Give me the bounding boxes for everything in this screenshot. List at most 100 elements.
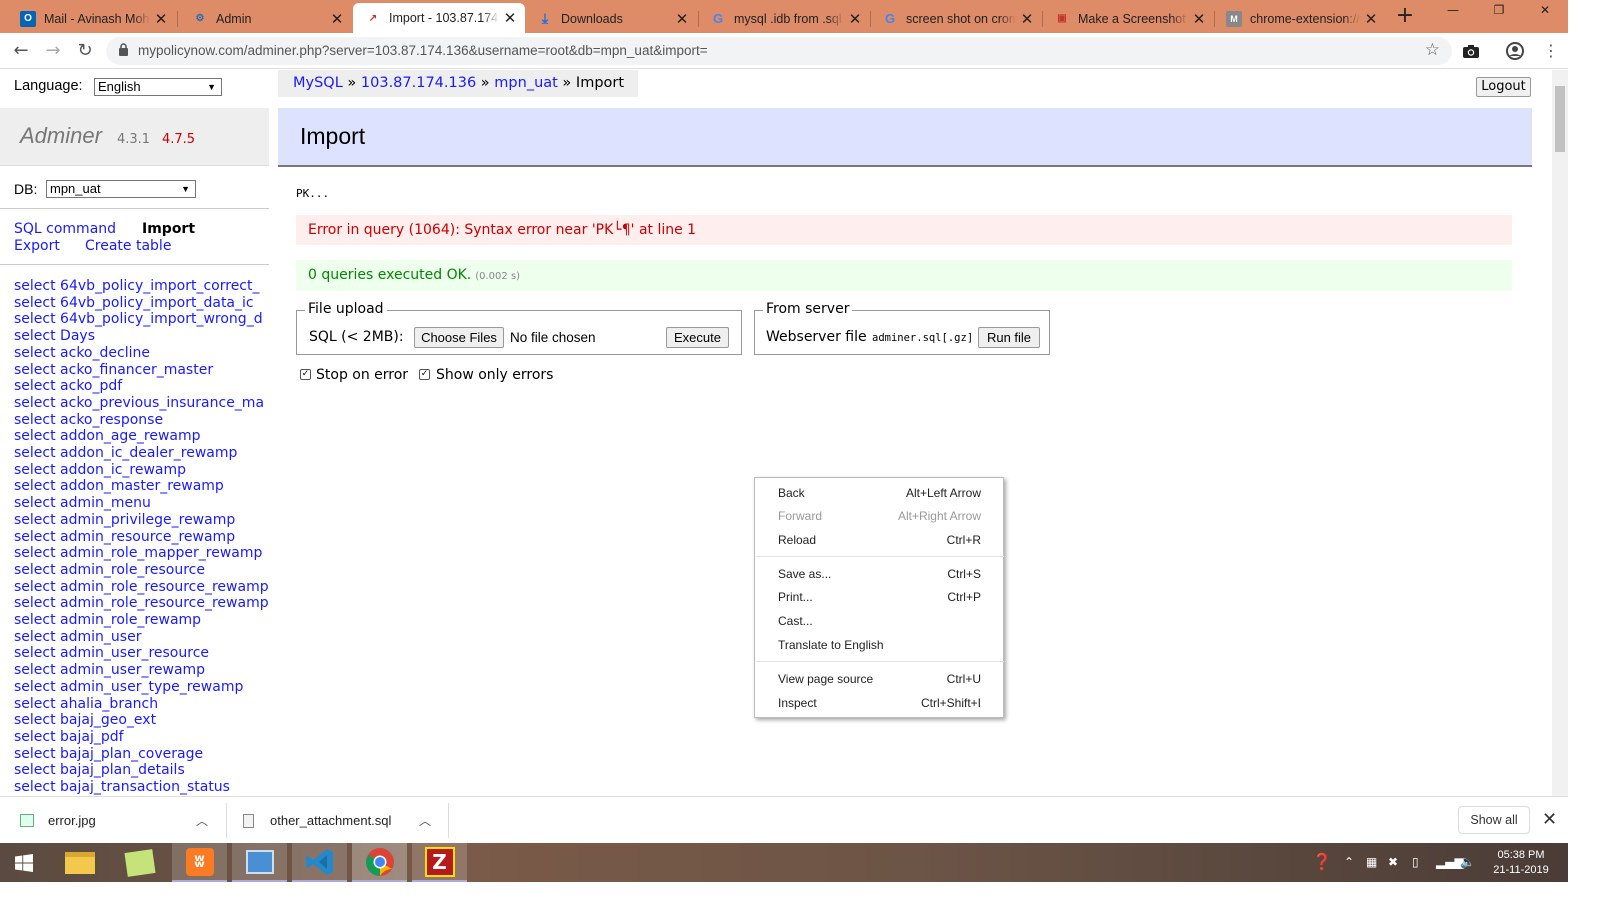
tab-chrome-extension[interactable]: M chrome-extension:// ✕ xyxy=(1214,4,1386,33)
minimize-icon[interactable]: — xyxy=(1430,0,1476,24)
tab-make-screenshot[interactable]: ▣ Make a Screenshot - ✕ xyxy=(1042,4,1214,33)
show-all-button[interactable]: Show all xyxy=(1458,806,1530,834)
close-tab-icon[interactable]: ✕ xyxy=(1360,10,1382,28)
table-link[interactable]: select admin_role_resource_rewamp xyxy=(14,579,270,596)
reload-icon[interactable]: ↻ xyxy=(72,39,98,63)
language-select[interactable]: English ▼ xyxy=(94,78,222,96)
ctx-reload[interactable]: Reload Ctrl+R xyxy=(755,529,1005,552)
close-window-icon[interactable]: ✕ xyxy=(1522,0,1568,24)
table-link[interactable]: select admin_role_resource_rewamp xyxy=(14,595,270,612)
choose-files-button[interactable]: Choose Files xyxy=(414,327,504,348)
control-panel-icon[interactable] xyxy=(232,843,287,882)
tray-app-icon[interactable]: ▦ xyxy=(1366,855,1377,869)
new-tab-button[interactable]: + xyxy=(1393,5,1417,29)
tab-downloads[interactable]: ⤓ Downloads ✕ xyxy=(525,4,697,33)
db-select[interactable]: mpn_uat ▼ xyxy=(46,180,196,198)
stop-on-error-checkbox[interactable]: ✓ xyxy=(300,369,311,380)
table-link[interactable]: select admin_menu xyxy=(14,495,270,512)
table-link[interactable]: select admin_privilege_rewamp xyxy=(14,512,270,529)
menu-dots-icon[interactable]: ⋮ xyxy=(1538,39,1564,63)
table-link[interactable]: select acko_decline xyxy=(14,345,270,362)
file-explorer-icon[interactable] xyxy=(52,843,107,882)
create-table-link[interactable]: Create table xyxy=(85,238,171,254)
table-link[interactable]: select 64vb_policy_import_correct_ xyxy=(14,278,270,295)
close-tab-icon[interactable]: ✕ xyxy=(150,10,172,28)
table-link[interactable]: select admin_user_resource xyxy=(14,645,270,662)
volume-icon[interactable]: 🔈 xyxy=(1460,855,1475,869)
table-link[interactable]: select addon_master_rewamp xyxy=(14,478,270,495)
clock[interactable]: 05:38 PM 21-11-2019 xyxy=(1486,848,1556,878)
camera-icon[interactable] xyxy=(1458,39,1484,63)
battery-icon[interactable]: ▯ xyxy=(1412,855,1419,869)
table-link[interactable]: select admin_role_mapper_rewamp xyxy=(14,545,270,562)
sql-command-link[interactable]: SQL command xyxy=(14,221,116,237)
export-link[interactable]: Export xyxy=(14,238,60,254)
table-link[interactable]: select bajaj_plan_details xyxy=(14,762,270,779)
forward-arrow-icon[interactable]: → xyxy=(40,39,66,63)
show-only-errors-checkbox[interactable]: ✓ xyxy=(419,369,430,380)
filezilla-icon[interactable]: Z xyxy=(412,843,467,882)
app-name[interactable]: Adminer xyxy=(20,123,102,149)
table-link[interactable]: select bajaj_pdf xyxy=(14,729,270,746)
tab-admin[interactable]: ⚙ Admin ✕ xyxy=(180,4,352,33)
address-bar[interactable]: mypolicynow.com/adminer.php?server=103.8… xyxy=(106,37,1452,65)
version-new[interactable]: 4.7.5 xyxy=(162,132,195,147)
table-link[interactable]: select ahalia_branch xyxy=(14,696,270,713)
table-link[interactable]: select 64vb_policy_import_wrong_d xyxy=(14,311,270,328)
table-link[interactable]: select admin_resource_rewamp xyxy=(14,529,270,546)
ctx-print[interactable]: Print... Ctrl+P xyxy=(755,586,1005,609)
table-link[interactable]: select acko_previous_insurance_ma xyxy=(14,395,270,412)
table-link[interactable]: select addon_ic_dealer_rewamp xyxy=(14,445,270,462)
ctx-forward[interactable]: Forward Alt+Right Arrow xyxy=(755,505,1005,528)
logout-button[interactable]: Logout xyxy=(1476,77,1531,97)
vscode-icon[interactable] xyxy=(292,843,347,882)
ctx-back[interactable]: Back Alt+Left Arrow xyxy=(755,482,1005,505)
download-item[interactable]: other_attachment.sql ︿ xyxy=(243,797,443,844)
ctx-save-as[interactable]: Save as... Ctrl+S xyxy=(755,563,1005,586)
chrome-icon[interactable] xyxy=(352,843,407,882)
table-link[interactable]: select acko_response xyxy=(14,412,270,429)
close-tab-icon[interactable]: ✕ xyxy=(671,10,693,28)
bookmark-star-icon[interactable]: ☆ xyxy=(1425,40,1440,60)
execute-button[interactable]: Execute xyxy=(666,327,729,348)
tab-mysql-search[interactable]: G mysql .idb from .sql ✕ xyxy=(698,4,870,33)
tab-import[interactable]: ↗ Import - 103.87.174.136 ✕ xyxy=(353,3,525,33)
run-file-button[interactable]: Run file xyxy=(978,327,1040,348)
chevron-up-icon[interactable]: ⌃ xyxy=(1344,855,1354,869)
close-tab-icon[interactable]: ✕ xyxy=(1188,10,1210,28)
import-link[interactable]: Import xyxy=(142,221,195,237)
chevron-up-icon[interactable]: ︿ xyxy=(196,812,208,829)
close-tab-icon[interactable]: ✕ xyxy=(1016,10,1038,28)
table-link[interactable]: select admin_role_resource xyxy=(14,562,270,579)
windows-start-icon[interactable] xyxy=(0,843,48,882)
ctx-inspect[interactable]: Inspect Ctrl+Shift+I xyxy=(755,692,1005,715)
table-link[interactable]: select bajaj_geo_ext xyxy=(14,712,270,729)
table-link[interactable]: select acko_pdf xyxy=(14,378,270,395)
tab-mail[interactable]: O Mail - Avinash Mohit ✕ xyxy=(8,4,176,33)
sticky-notes-icon[interactable] xyxy=(112,843,167,882)
back-arrow-icon[interactable]: ← xyxy=(8,39,34,63)
close-tab-icon[interactable]: ✕ xyxy=(844,10,866,28)
tray-pdf-icon[interactable]: ✖ xyxy=(1388,855,1398,869)
table-link[interactable]: select bajaj_transaction_status xyxy=(14,779,270,796)
ctx-translate[interactable]: Translate to English xyxy=(755,634,1005,657)
table-link[interactable]: select admin_user xyxy=(14,629,270,646)
help-icon[interactable]: ❓ xyxy=(1312,852,1332,871)
table-link[interactable]: select bajaj_plan_coverage xyxy=(14,746,270,763)
breadcrumb-server[interactable]: 103.87.174.136 xyxy=(361,75,476,91)
tab-screenshot-search[interactable]: G screen shot on crome ✕ xyxy=(870,4,1042,33)
table-link[interactable]: select addon_ic_rewamp xyxy=(14,462,270,479)
ctx-cast[interactable]: Cast... xyxy=(755,610,1005,633)
table-link[interactable]: select admin_role_rewamp xyxy=(14,612,270,629)
breadcrumb-mysql[interactable]: MySQL xyxy=(293,75,343,91)
table-link[interactable]: select 64vb_policy_import_data_ic xyxy=(14,295,270,312)
download-item[interactable]: error.jpg ︿ xyxy=(20,797,220,844)
restore-icon[interactable]: ❐ xyxy=(1476,0,1522,24)
breadcrumb-db[interactable]: mpn_uat xyxy=(494,75,558,91)
chevron-up-icon[interactable]: ︿ xyxy=(419,812,431,829)
close-tab-icon[interactable]: ✕ xyxy=(499,9,521,27)
close-tab-icon[interactable]: ✕ xyxy=(326,10,348,28)
ctx-view-source[interactable]: View page source Ctrl+U xyxy=(755,668,1005,691)
profile-icon[interactable] xyxy=(1502,39,1528,63)
xampp-icon[interactable]: ʬ xyxy=(172,843,227,882)
